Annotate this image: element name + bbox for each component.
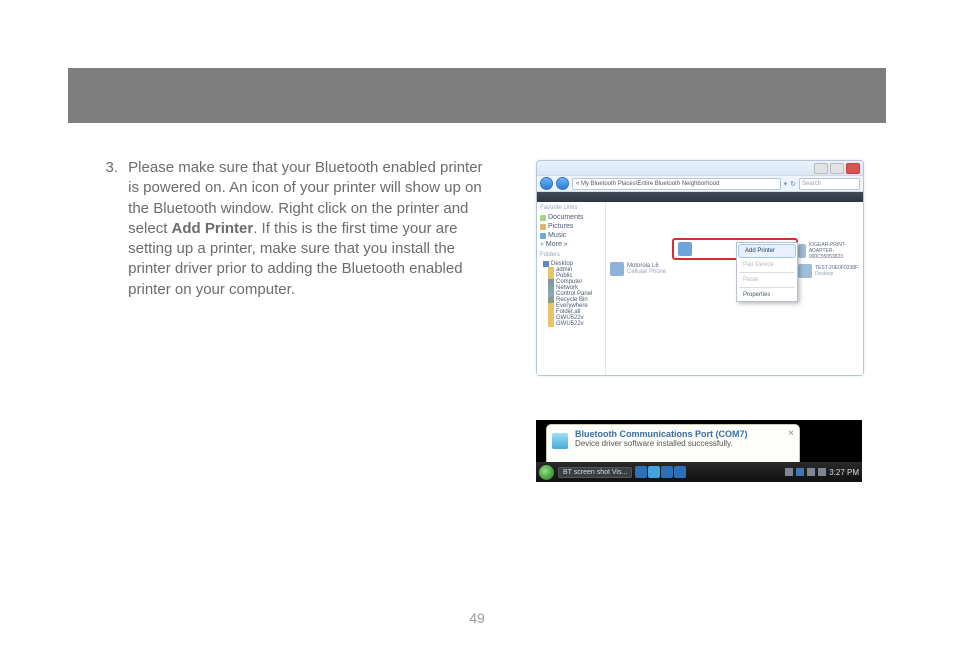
instruction-step: 3. Please make sure that your Bluetooth …	[90, 158, 490, 300]
taskbar-screenshot: × Bluetooth Communications Port (COM7) D…	[536, 420, 862, 482]
more-label: More »	[546, 241, 568, 248]
explorer-window: « My Bluetooth Places\Entire Bluetooth N…	[536, 160, 864, 376]
taskbar[interactable]: BT screen shot Vis... 3:27 PM	[536, 462, 862, 482]
printer-icon	[678, 242, 692, 256]
media-mute-button[interactable]	[674, 466, 686, 478]
start-button[interactable]	[539, 465, 554, 480]
header-band	[68, 68, 886, 123]
step-text: Please make sure that your Bluetooth ena…	[128, 158, 488, 300]
media-next-button[interactable]	[661, 466, 673, 478]
device-item[interactable]: Motorola L6 Cellular Phone	[610, 262, 666, 276]
volume-icon[interactable]	[818, 468, 826, 476]
more-link[interactable]: »More »	[540, 240, 602, 249]
favorite-link-label: Documents	[548, 214, 583, 221]
menu-item-pair-device[interactable]: Pair Device	[737, 259, 797, 271]
device-subtype: Desktop	[815, 271, 858, 277]
search-placeholder: Search	[802, 181, 821, 187]
tree-item-label: GWU522v	[556, 321, 584, 327]
media-controls	[635, 466, 686, 478]
menu-item-paste[interactable]: Paste	[737, 274, 797, 286]
bluetooth-tray-icon[interactable]	[796, 468, 804, 476]
media-play-button[interactable]	[648, 466, 660, 478]
explorer-body: Favorite Links Documents Pictures Music …	[537, 202, 863, 375]
bluetooth-device-icon	[552, 433, 568, 449]
maximize-button[interactable]	[830, 163, 844, 174]
media-prev-button[interactable]	[635, 466, 647, 478]
tray-icon[interactable]	[785, 468, 793, 476]
tray-icon[interactable]	[807, 468, 815, 476]
device-item-selected[interactable]	[678, 242, 692, 256]
close-button[interactable]	[846, 163, 860, 174]
balloon-close-icon[interactable]: ×	[788, 428, 794, 439]
folder-tree[interactable]: Desktop admin Public Computer Network Co…	[540, 261, 602, 327]
menu-item-add-printer[interactable]: Add Printer	[738, 244, 796, 258]
page-number: 49	[0, 610, 954, 626]
pictures-icon	[540, 224, 546, 230]
device-subtype: Cellular Phone	[627, 269, 666, 275]
window-title-bar[interactable]	[537, 161, 863, 176]
favorite-link[interactable]: Documents	[540, 213, 602, 222]
back-button[interactable]	[540, 177, 553, 190]
menu-item-properties[interactable]: Properties	[737, 289, 797, 301]
step-text-bold: Add Printer	[172, 220, 254, 237]
balloon-title: Bluetooth Communications Port (COM7)	[575, 429, 793, 439]
search-input[interactable]: Search	[799, 178, 860, 190]
folder-icon	[548, 321, 554, 327]
device-item[interactable]: TEST-20E0F0338F Desktop	[798, 264, 858, 278]
phone-icon	[610, 262, 624, 276]
step-number: 3.	[90, 158, 124, 178]
window-controls	[814, 163, 860, 174]
tree-item[interactable]: GWU522v	[540, 321, 602, 327]
device-name: IOGEAR-PRINT-ADAPTER-000C55053823	[809, 242, 863, 260]
context-menu: Add Printer Pair Device Paste Properties	[736, 242, 798, 302]
balloon-message: Device driver software installed success…	[575, 439, 793, 448]
favorites-header: Favorite Links	[540, 205, 602, 211]
navigation-pane[interactable]: Favorite Links Documents Pictures Music …	[537, 202, 606, 375]
music-icon	[540, 233, 546, 239]
minimize-button[interactable]	[814, 163, 828, 174]
desktop-device-icon	[798, 264, 812, 278]
forward-button[interactable]	[556, 177, 569, 190]
printer-adapter-icon	[798, 244, 806, 258]
favorite-link-label: Music	[548, 232, 566, 239]
favorite-link[interactable]: Music	[540, 231, 602, 240]
device-item[interactable]: IOGEAR-PRINT-ADAPTER-000C55053823	[798, 242, 863, 260]
documents-icon	[540, 215, 546, 221]
document-page: 3. Please make sure that your Bluetooth …	[0, 0, 954, 665]
clock[interactable]: 3:27 PM	[829, 468, 859, 477]
content-pane[interactable]: Motorola L6 Cellular Phone IOGEAR-PRINT-…	[606, 202, 863, 375]
folders-header: Folders	[540, 252, 602, 258]
taskbar-item[interactable]: BT screen shot Vis...	[558, 467, 632, 478]
address-bar[interactable]: « My Bluetooth Places\Entire Bluetooth N…	[572, 178, 781, 190]
favorite-link[interactable]: Pictures	[540, 222, 602, 231]
refresh-icon[interactable]: ↻	[790, 180, 796, 188]
more-arrow-icon: »	[540, 241, 544, 248]
system-tray[interactable]: 3:27 PM	[785, 468, 859, 477]
favorite-link-label: Pictures	[548, 223, 573, 230]
address-path-text: « My Bluetooth Places\Entire Bluetooth N…	[576, 181, 719, 187]
address-bar-row: « My Bluetooth Places\Entire Bluetooth N…	[537, 176, 863, 192]
